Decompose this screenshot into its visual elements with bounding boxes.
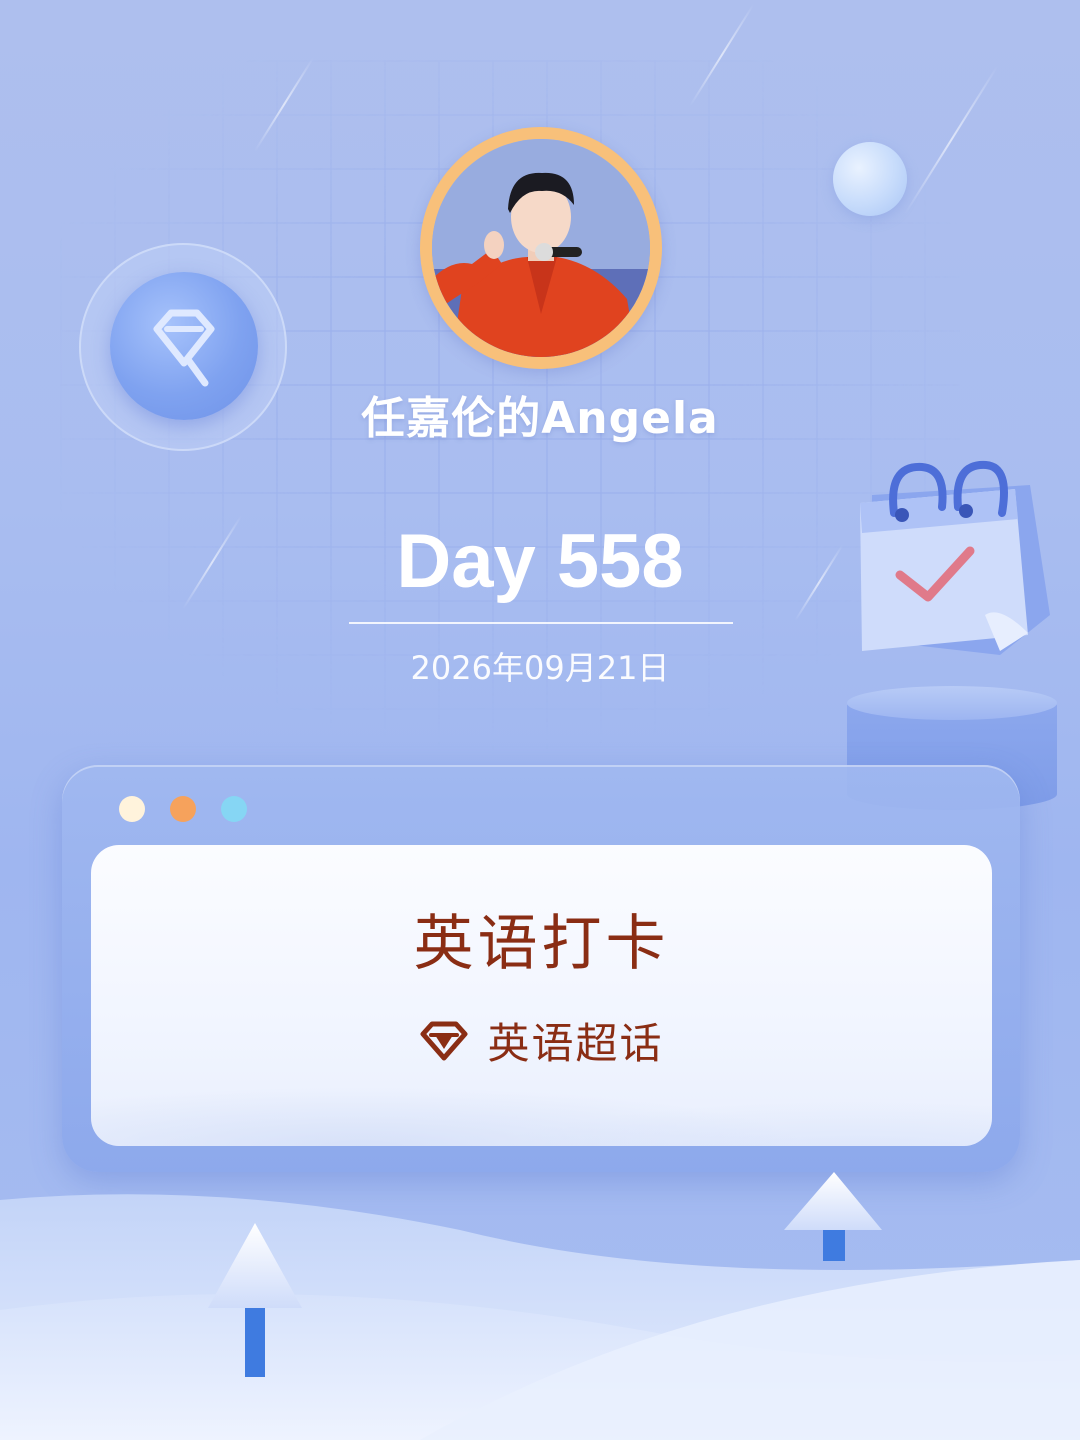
snowy-hills	[0, 1172, 1080, 1440]
username: 任嘉伦的Angela	[361, 393, 719, 444]
topic-label: 英语超话	[487, 1019, 664, 1068]
pedestal-top	[847, 686, 1057, 720]
window-dot-cyan	[221, 796, 247, 822]
diamond-icon	[420, 1021, 468, 1060]
checkin-card[interactable]: 英语打卡 英语超话	[91, 845, 992, 1146]
avatar[interactable]	[432, 139, 650, 357]
topic-link[interactable]: 英语超话	[91, 1010, 992, 1071]
divider	[349, 622, 733, 624]
decorative-bubble	[833, 142, 907, 216]
calendar-check-icon	[860, 460, 1050, 655]
window-dot-orange	[170, 796, 196, 822]
window-dot-cream	[119, 796, 145, 822]
card-title: 英语打卡	[413, 909, 670, 979]
